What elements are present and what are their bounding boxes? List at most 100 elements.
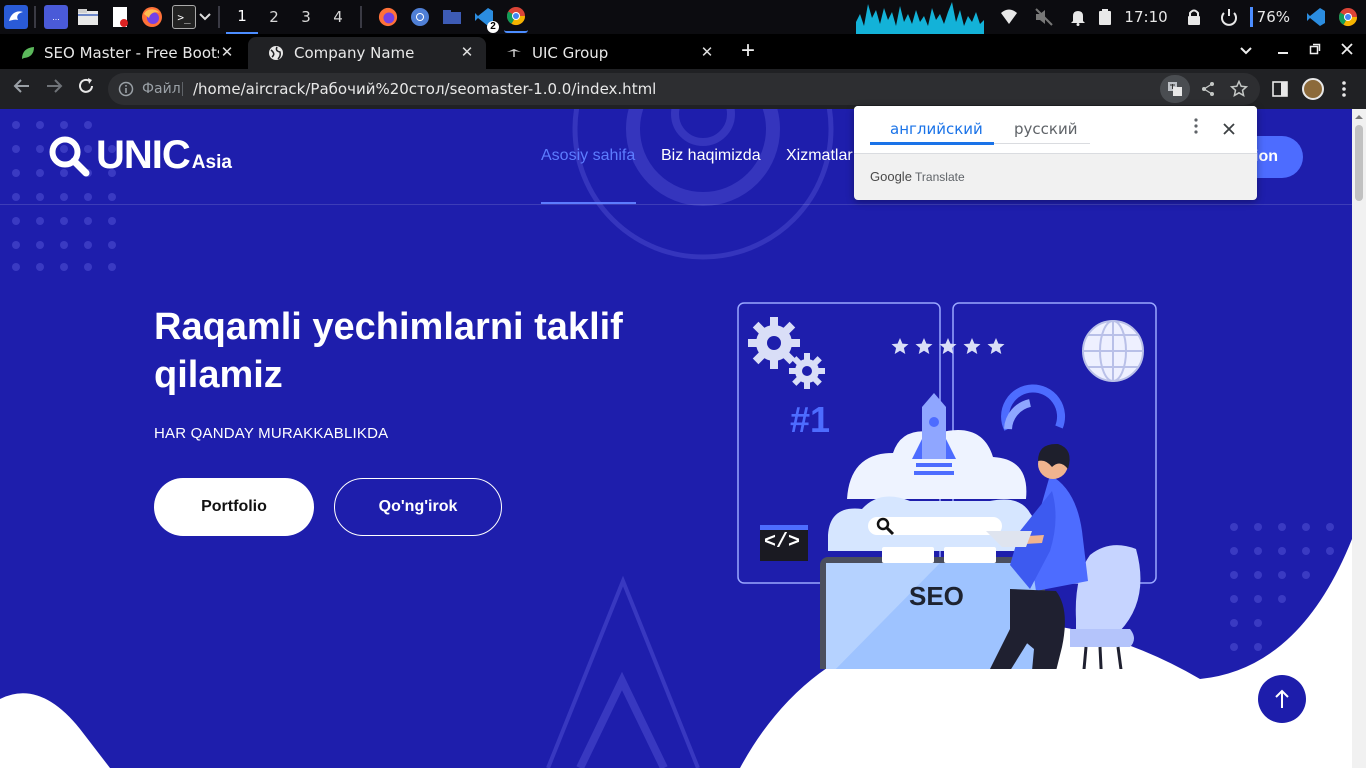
tab-company-name[interactable]: Company Name ✕ xyxy=(248,37,486,69)
chrome-window-icon[interactable] xyxy=(504,1,528,33)
chevron-down-icon[interactable] xyxy=(198,5,212,29)
share-icon[interactable] xyxy=(1200,81,1216,97)
close-icon xyxy=(1223,123,1235,135)
kebab-menu-icon xyxy=(1194,118,1198,134)
show-desktop-icon[interactable]: ... xyxy=(44,5,68,29)
translate-close-button[interactable] xyxy=(1218,118,1240,140)
portfolio-button[interactable]: Portfolio xyxy=(154,478,314,536)
close-tab-icon[interactable]: ✕ xyxy=(218,43,236,61)
logo-sub-text: Asia xyxy=(191,152,232,173)
translate-options-button[interactable] xyxy=(1190,118,1202,140)
taskbar-separator xyxy=(34,6,36,28)
nav-home[interactable]: Asosiy sahifa xyxy=(541,147,635,165)
clock[interactable]: 17:10 xyxy=(1124,8,1167,26)
launcher-label: ... xyxy=(52,12,60,22)
tab-active-underline xyxy=(870,142,994,145)
reload-icon xyxy=(79,78,93,93)
taskbar-separator xyxy=(218,6,220,28)
chrome-tray-icon[interactable] xyxy=(1338,7,1358,27)
page-scrollbar[interactable] xyxy=(1352,109,1366,768)
back-to-top-button[interactable] xyxy=(1258,675,1306,723)
call-button[interactable]: Qo'ng'irok xyxy=(334,478,502,536)
window-count-badge: 2 xyxy=(487,21,499,33)
google-wordmark: Google xyxy=(870,169,912,184)
tab-uic-group[interactable]: UIC Group ✕ xyxy=(486,37,726,69)
close-tab-icon[interactable]: ✕ xyxy=(458,43,476,61)
site-logo[interactable]: UNIC Asia xyxy=(48,133,232,177)
code-tag-label: </> xyxy=(764,531,801,554)
browser-tabstrip: SEO Master - Free Bootstrap ✕ Company Na… xyxy=(0,34,1366,69)
hero-subtitle: HAR QANDAY MURAKKABLIKDA xyxy=(154,425,389,442)
firefox-icon[interactable] xyxy=(140,5,164,29)
seo-illustration: #1 SEO </> xyxy=(690,299,1210,669)
network-activity-graph xyxy=(856,0,985,34)
workspace-2[interactable]: 2 xyxy=(258,0,290,34)
close-tab-icon[interactable]: ✕ xyxy=(698,43,716,61)
address-bar[interactable]: Файл /home/aircrack/Рабочий%20стол/seoma… xyxy=(108,73,1260,105)
bookmark-star-icon[interactable] xyxy=(1230,80,1248,98)
back-button[interactable] xyxy=(10,77,34,101)
chevron-down-icon xyxy=(1240,47,1252,55)
nav-active-underline xyxy=(541,202,636,204)
globe-favicon-icon xyxy=(269,46,283,60)
translate-button[interactable] xyxy=(1160,75,1190,103)
clipboard-icon[interactable] xyxy=(1098,8,1112,26)
power-icon[interactable] xyxy=(1220,8,1238,26)
tab-title: SEO Master - Free Bootstrap xyxy=(44,44,219,62)
kebab-menu-icon[interactable] xyxy=(1341,80,1347,98)
url-divider xyxy=(182,82,183,96)
reload-button[interactable] xyxy=(74,77,98,101)
tab-title: Company Name xyxy=(294,44,415,62)
lock-icon[interactable] xyxy=(1186,8,1202,26)
restore-icon xyxy=(1309,43,1321,55)
tab-search-button[interactable] xyxy=(1236,39,1256,61)
web-page: UNIC Asia Asosiy sahifa Biz haqimizda Xi… xyxy=(0,109,1352,768)
tab-title: UIC Group xyxy=(532,44,609,62)
side-panel-icon[interactable] xyxy=(1272,81,1288,97)
taskbar-separator xyxy=(360,6,362,28)
browser-toolbar: Файл /home/aircrack/Рабочий%20стол/seoma… xyxy=(0,69,1366,109)
chromium-window-icon[interactable] xyxy=(408,5,432,29)
workspace-4[interactable]: 4 xyxy=(322,0,354,34)
tab-divider xyxy=(994,143,1090,144)
maximize-button[interactable] xyxy=(1305,39,1325,61)
scroll-up-arrow-icon[interactable] xyxy=(1352,111,1366,123)
arrow-right-icon xyxy=(47,79,63,93)
volume-muted-icon[interactable] xyxy=(1034,8,1054,26)
tab-seo-master[interactable]: SEO Master - Free Bootstrap ✕ xyxy=(0,37,246,69)
uic-favicon-icon xyxy=(507,49,521,57)
nav-services[interactable]: Xizmatlar xyxy=(786,147,853,165)
new-tab-button[interactable]: + xyxy=(736,37,760,65)
info-icon[interactable] xyxy=(118,81,134,97)
minimize-button[interactable] xyxy=(1273,39,1293,61)
hero-title: Raqamli yechimlarni taklif qilamiz xyxy=(154,306,623,396)
workspace-3[interactable]: 3 xyxy=(290,0,322,34)
notification-bell-icon[interactable] xyxy=(1070,8,1086,26)
close-icon xyxy=(1341,43,1353,55)
battery-percent[interactable]: 76% xyxy=(1257,8,1290,26)
scrollbar-thumb[interactable] xyxy=(1355,125,1363,201)
wifi-icon[interactable] xyxy=(1000,9,1018,25)
vscode-window-icon[interactable]: 2 xyxy=(472,5,499,33)
file-manager-icon[interactable] xyxy=(76,5,100,29)
profile-avatar[interactable] xyxy=(1302,78,1324,100)
close-window-button[interactable] xyxy=(1337,39,1357,61)
url-text[interactable]: /home/aircrack/Рабочий%20стол/seomaster-… xyxy=(193,80,656,98)
translate-icon xyxy=(1168,82,1182,96)
app-launcher-icon[interactable] xyxy=(4,5,28,29)
tab-target-language[interactable]: русский xyxy=(1014,120,1077,138)
tab-source-language[interactable]: английский xyxy=(890,120,983,138)
system-tray: 17:10 76% xyxy=(856,0,1366,34)
firefox-window-icon[interactable] xyxy=(376,5,400,29)
vscode-tray-icon[interactable] xyxy=(1306,7,1326,27)
battery-bar xyxy=(1249,7,1253,27)
translate-language-tabs: английский русский xyxy=(854,106,1257,154)
workspace-1[interactable]: 1 xyxy=(226,0,258,34)
forward-button[interactable] xyxy=(42,77,66,101)
nav-about[interactable]: Biz haqimizda xyxy=(661,147,761,165)
terminal-icon[interactable]: >_ xyxy=(172,5,196,29)
os-taskbar: ... >_ 1 2 3 4 2 17:10 76% xyxy=(0,0,1366,34)
url-scheme-label: Файл xyxy=(142,81,181,97)
text-editor-icon[interactable] xyxy=(108,5,132,29)
folder-window-icon[interactable] xyxy=(440,5,464,29)
